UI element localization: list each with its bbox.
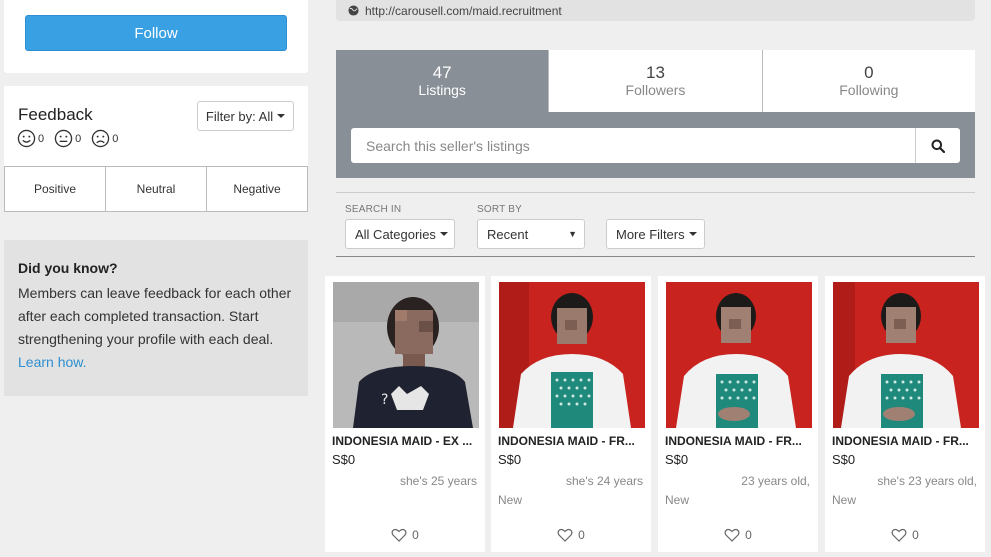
listing-price: S$0 [332, 452, 356, 467]
heart-icon [391, 528, 407, 542]
positive-count-value: 0 [38, 132, 45, 145]
like-button[interactable]: 0 [491, 528, 651, 542]
following-label: Following [839, 82, 899, 98]
heart-icon [557, 528, 573, 542]
listing-photo[interactable] [666, 282, 812, 428]
profile-url-text[interactable]: http://carousell.com/maid.recruitment [365, 4, 562, 18]
neutral-count: 0 [54, 129, 81, 148]
feedback-title: Feedback [18, 105, 93, 124]
listing-description: she's 24 years [566, 474, 643, 488]
select-arrow-icon: ▼ [568, 229, 577, 239]
like-button[interactable]: 0 [325, 528, 485, 542]
heart-icon [891, 528, 907, 542]
like-count: 0 [412, 528, 419, 542]
did-you-know-text: Members can leave feedback for each othe… [18, 282, 294, 374]
more-filters-label: More Filters [616, 226, 685, 242]
following-count: 0 [864, 63, 874, 82]
seller-stats-panel: 47 Listings 13 Followers 0 Following [336, 50, 975, 178]
like-count: 0 [578, 528, 585, 542]
divider [336, 192, 975, 193]
followers-count: 13 [646, 63, 665, 82]
smile-icon [17, 129, 36, 148]
more-filters-button[interactable]: More Filters [606, 219, 705, 249]
like-count: 0 [745, 528, 752, 542]
heart-icon [724, 528, 740, 542]
listing-photo[interactable] [833, 282, 979, 428]
person-photo-icon [833, 282, 979, 428]
search-icon [931, 139, 945, 153]
like-button[interactable]: 0 [658, 528, 818, 542]
tab-followers[interactable]: 13 Followers [548, 50, 762, 112]
neutral-face-icon [54, 129, 73, 148]
tab-positive[interactable]: Positive [5, 167, 106, 211]
globe-icon [348, 5, 359, 16]
listing-price: S$0 [665, 452, 689, 467]
person-photo-icon [666, 282, 812, 428]
person-photo-icon: ? [333, 282, 479, 428]
listing-description: 23 years old, [741, 474, 810, 488]
tab-following[interactable]: 0 Following [761, 50, 975, 112]
listing-search [351, 128, 960, 163]
follow-button[interactable]: Follow [25, 15, 287, 51]
listing-title[interactable]: INDONESIA MAID - EX ... [332, 434, 482, 448]
like-count: 0 [912, 528, 919, 542]
listing-card[interactable]: ? INDONESIA MAID - EX ... S$0 she's 25 y… [325, 276, 485, 552]
filter-dropdown[interactable]: Filter by: All [197, 101, 294, 131]
tab-neutral[interactable]: Neutral [106, 167, 207, 211]
tab-listings[interactable]: 47 Listings [336, 50, 549, 112]
listing-title[interactable]: INDONESIA MAID - FR... [498, 434, 648, 448]
caret-down-icon [277, 114, 286, 118]
frown-icon [92, 129, 110, 148]
profile-url: http://carousell.com/maid.recruitment [336, 0, 975, 21]
negative-count-value: 0 [112, 132, 119, 145]
person-photo-icon [499, 282, 645, 428]
listing-description: she's 23 years old, [877, 474, 977, 488]
tab-negative[interactable]: Negative [207, 167, 307, 211]
category-dropdown[interactable]: All Categories [345, 219, 455, 249]
listing-card[interactable]: INDONESIA MAID - FR... S$0 she's 24 year… [491, 276, 651, 552]
neutral-count-value: 0 [75, 132, 82, 145]
search-button[interactable] [915, 128, 960, 163]
filter-label: Filter by: All [205, 108, 274, 124]
caret-down-icon [688, 232, 697, 236]
negative-count: 0 [91, 129, 118, 148]
listing-condition: New [832, 493, 857, 507]
svg-text:?: ? [381, 392, 388, 408]
learn-how-link[interactable]: Learn how. [18, 354, 87, 370]
listings-label: Listings [418, 82, 466, 98]
follow-card: Follow [4, 0, 308, 73]
followers-label: Followers [625, 82, 686, 98]
listing-condition: New [665, 493, 690, 507]
listings-count: 47 [432, 63, 452, 82]
caret-down-icon [439, 232, 448, 236]
listing-card[interactable]: INDONESIA MAID - FR... S$0 she's 23 year… [825, 276, 985, 552]
positive-count: 0 [17, 129, 44, 148]
listing-photo[interactable] [499, 282, 645, 428]
search-input[interactable] [351, 128, 915, 163]
like-button[interactable]: 0 [825, 528, 985, 542]
category-value: All Categories [355, 226, 436, 242]
listing-condition: New [498, 493, 523, 507]
sort-by-label: SORT BY [477, 204, 522, 215]
did-you-know-title: Did you know? [18, 260, 118, 276]
divider [336, 256, 975, 257]
listing-card[interactable]: INDONESIA MAID - FR... S$0 23 years old,… [658, 276, 818, 552]
listing-price: S$0 [498, 452, 522, 467]
listing-title[interactable]: INDONESIA MAID - FR... [832, 434, 982, 448]
sort-value: Recent [487, 226, 529, 242]
listing-photo[interactable]: ? [333, 282, 479, 428]
listing-title[interactable]: INDONESIA MAID - FR... [665, 434, 815, 448]
feedback-tabs: Positive Neutral Negative [4, 166, 308, 212]
feedback-counts: 0 0 0 [17, 129, 118, 148]
feedback-card: Feedback Filter by: All 0 0 0 Positive N… [4, 86, 308, 212]
sort-select[interactable]: Recent ▼ [477, 219, 585, 249]
listing-price: S$0 [832, 452, 856, 467]
did-you-know-body: Members can leave feedback for each othe… [18, 285, 292, 347]
listing-description: she's 25 years [400, 474, 477, 488]
did-you-know-card: Did you know? Members can leave feedback… [4, 240, 308, 396]
stats-tabs: 47 Listings 13 Followers 0 Following [336, 50, 975, 112]
search-in-label: SEARCH IN [345, 204, 402, 215]
